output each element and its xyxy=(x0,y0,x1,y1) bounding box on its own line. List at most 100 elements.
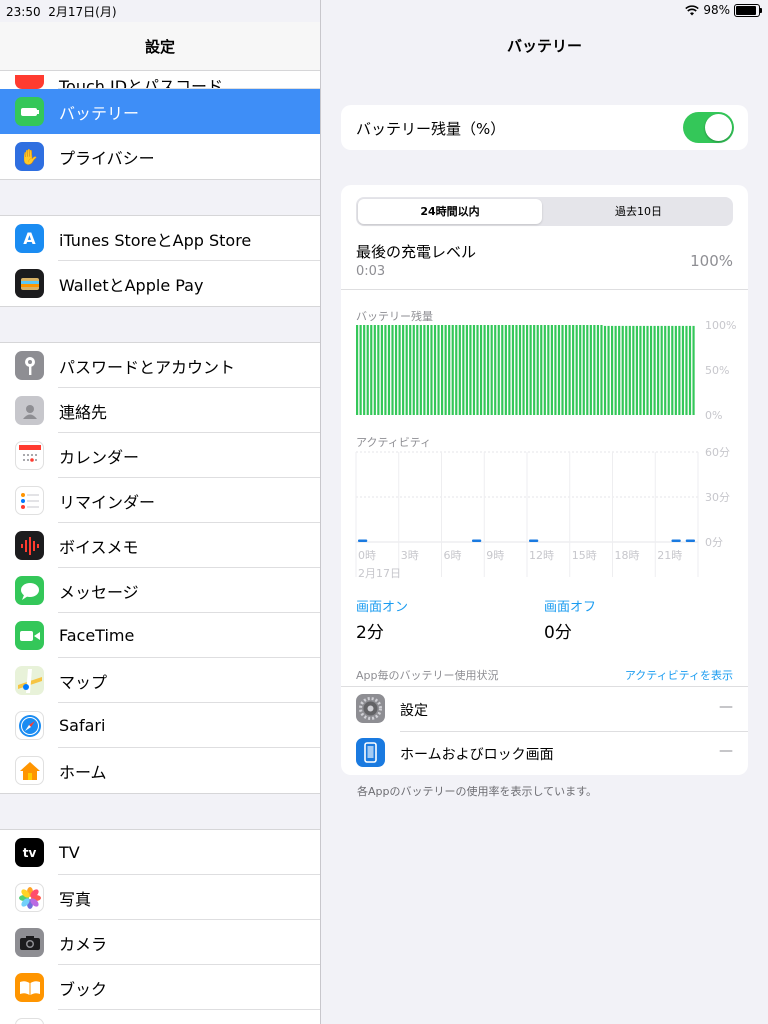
battery-level-bar xyxy=(490,325,493,415)
battery-level-bar xyxy=(660,325,663,415)
sidebar-item-wallet[interactable]: WalletとApple Pay xyxy=(0,261,320,306)
app-usage-value: — xyxy=(719,699,733,715)
sidebar-item-messages[interactable]: メッセージ xyxy=(0,568,320,613)
activity-bar xyxy=(358,539,368,542)
battery-level-bar xyxy=(681,325,685,415)
sidebar-item-calendar[interactable]: カレンダー xyxy=(0,433,320,478)
sidebar-group-3: tv TV 写真カメラブック Game Center xyxy=(0,829,320,1024)
sidebar-item-label: 写真 xyxy=(59,889,92,909)
sidebar-item-key[interactable]: パスワードとアカウント xyxy=(0,343,320,388)
battery-level-bar xyxy=(359,325,362,415)
sidebar-item-home[interactable]: ホーム xyxy=(0,748,320,793)
battery-level-bar xyxy=(603,325,607,415)
activity-x-tick: 6時 xyxy=(444,549,462,562)
battery-level-bar xyxy=(515,325,518,415)
battery-level-bar xyxy=(667,325,670,415)
battery-level-bar xyxy=(685,325,688,415)
battery-level-bar xyxy=(678,325,681,415)
battery-level-bar xyxy=(472,325,476,415)
screen-off-value: 0分 xyxy=(544,623,572,643)
battery-level-bar xyxy=(579,325,582,415)
contacts-icon xyxy=(15,396,44,425)
battery-level-bar xyxy=(625,325,628,415)
battery-level-bar xyxy=(391,325,394,415)
sidebar-item-label: FaceTime xyxy=(59,626,135,645)
status-battery-icon xyxy=(734,3,762,17)
voice-memos-icon xyxy=(15,531,44,560)
sidebar-item-contacts[interactable]: 連絡先 xyxy=(0,388,320,433)
sidebar-item-label: ホーム xyxy=(59,762,107,782)
battery-level-bar xyxy=(465,325,468,415)
sidebar-item-label: カレンダー xyxy=(59,447,140,467)
battery-level-bar xyxy=(448,325,451,415)
battery-level-bar xyxy=(550,325,553,415)
sidebar-item-game-center[interactable]: Game Center xyxy=(0,1010,320,1024)
battery-level-bar xyxy=(476,325,479,415)
battery-level-bar xyxy=(423,325,426,415)
battery-level-bar xyxy=(522,325,525,415)
page-title: バッテリー xyxy=(506,37,582,55)
books-icon xyxy=(15,973,44,1002)
maps-icon xyxy=(15,666,44,695)
battery-level-bar xyxy=(469,325,472,415)
battery-level-bar xyxy=(494,325,497,415)
battery-percentage-toggle[interactable] xyxy=(683,112,734,143)
battery-level-bar xyxy=(437,325,440,415)
safari-icon xyxy=(15,711,44,740)
battery-level-bar xyxy=(402,325,405,415)
battery-icon xyxy=(15,97,44,126)
status-time: 23:50 2月17日(月) xyxy=(6,5,117,19)
activity-chart: 60分 30分 0分 0時 3時 6時 9時 12時 15時 18時 21時 2月17日 xyxy=(355,447,730,580)
battery-level-bar xyxy=(458,325,461,415)
sidebar-item-battery[interactable]: バッテリー xyxy=(0,89,320,134)
sidebar-item-books[interactable]: ブック xyxy=(0,965,320,1010)
battery-level-bar xyxy=(487,325,490,415)
battery-percentage-label: バッテリー残量（%） xyxy=(356,120,506,138)
battery-level-bar xyxy=(688,325,692,415)
status-bar: 23:50 2月17日(月) 98% xyxy=(0,0,768,22)
home-icon xyxy=(15,756,44,785)
battery-level-bar xyxy=(479,325,483,415)
battery-level-bar xyxy=(582,325,585,415)
level-y-tick: 100% xyxy=(705,320,736,332)
battery-level-bar xyxy=(373,325,376,415)
sidebar-item-label: マップ xyxy=(59,672,108,692)
battery-level-bar xyxy=(462,325,465,415)
sidebar-item-hand[interactable]: ✋ プライバシー xyxy=(0,134,320,179)
last-charge-label: 最後の充電レベル xyxy=(356,243,477,261)
key-icon xyxy=(15,351,44,380)
sidebar-item-label: メッセージ xyxy=(59,582,139,602)
tab-last-24-hours[interactable]: 24時間以内 xyxy=(358,199,542,224)
battery-level-bar xyxy=(366,325,369,415)
app-usage-row-settings[interactable]: 設定 — xyxy=(341,687,748,731)
sidebar-item-app-store[interactable]: AiTunes StoreとApp Store xyxy=(0,216,320,261)
tab-last-10-days[interactable]: 過去10日 xyxy=(546,199,731,224)
activity-bar xyxy=(472,539,482,542)
sidebar-item-facetime[interactable]: FaceTime xyxy=(0,613,320,658)
battery-level-bar xyxy=(508,325,511,415)
show-activity-link[interactable]: アクティビティを表示 xyxy=(625,667,733,683)
app-store-icon: A xyxy=(15,224,44,253)
battery-level-bar xyxy=(426,325,430,415)
calendar-icon xyxy=(15,441,44,470)
sidebar-item-reminders[interactable]: リマインダー xyxy=(0,478,320,523)
battery-level-bar xyxy=(611,325,614,415)
battery-level-bar xyxy=(416,325,419,415)
battery-level-bar xyxy=(572,325,575,415)
sidebar-item-label: 連絡先 xyxy=(59,402,108,422)
battery-level-bar xyxy=(529,325,532,415)
app-usage-row-home-lock[interactable]: ホームおよびロック画面 — xyxy=(341,731,748,775)
camera-icon xyxy=(15,928,44,957)
sidebar-item-tv[interactable]: tv TV xyxy=(0,830,320,875)
sidebar-item-photos[interactable]: 写真 xyxy=(0,875,320,920)
game-center-icon xyxy=(15,1018,44,1024)
sidebar-item-label: Safari xyxy=(59,716,106,735)
battery-level-bar xyxy=(671,325,674,415)
sidebar-item-camera[interactable]: カメラ xyxy=(0,920,320,965)
battery-level-bar xyxy=(501,325,504,415)
sidebar-item-maps[interactable]: マップ xyxy=(0,658,320,703)
sidebar-item-voice-memos[interactable]: ボイスメモ xyxy=(0,523,320,568)
period-segmented-control: 24時間以内 過去10日 xyxy=(356,197,733,226)
battery-level-bar xyxy=(441,325,444,415)
sidebar-item-safari[interactable]: Safari xyxy=(0,703,320,748)
